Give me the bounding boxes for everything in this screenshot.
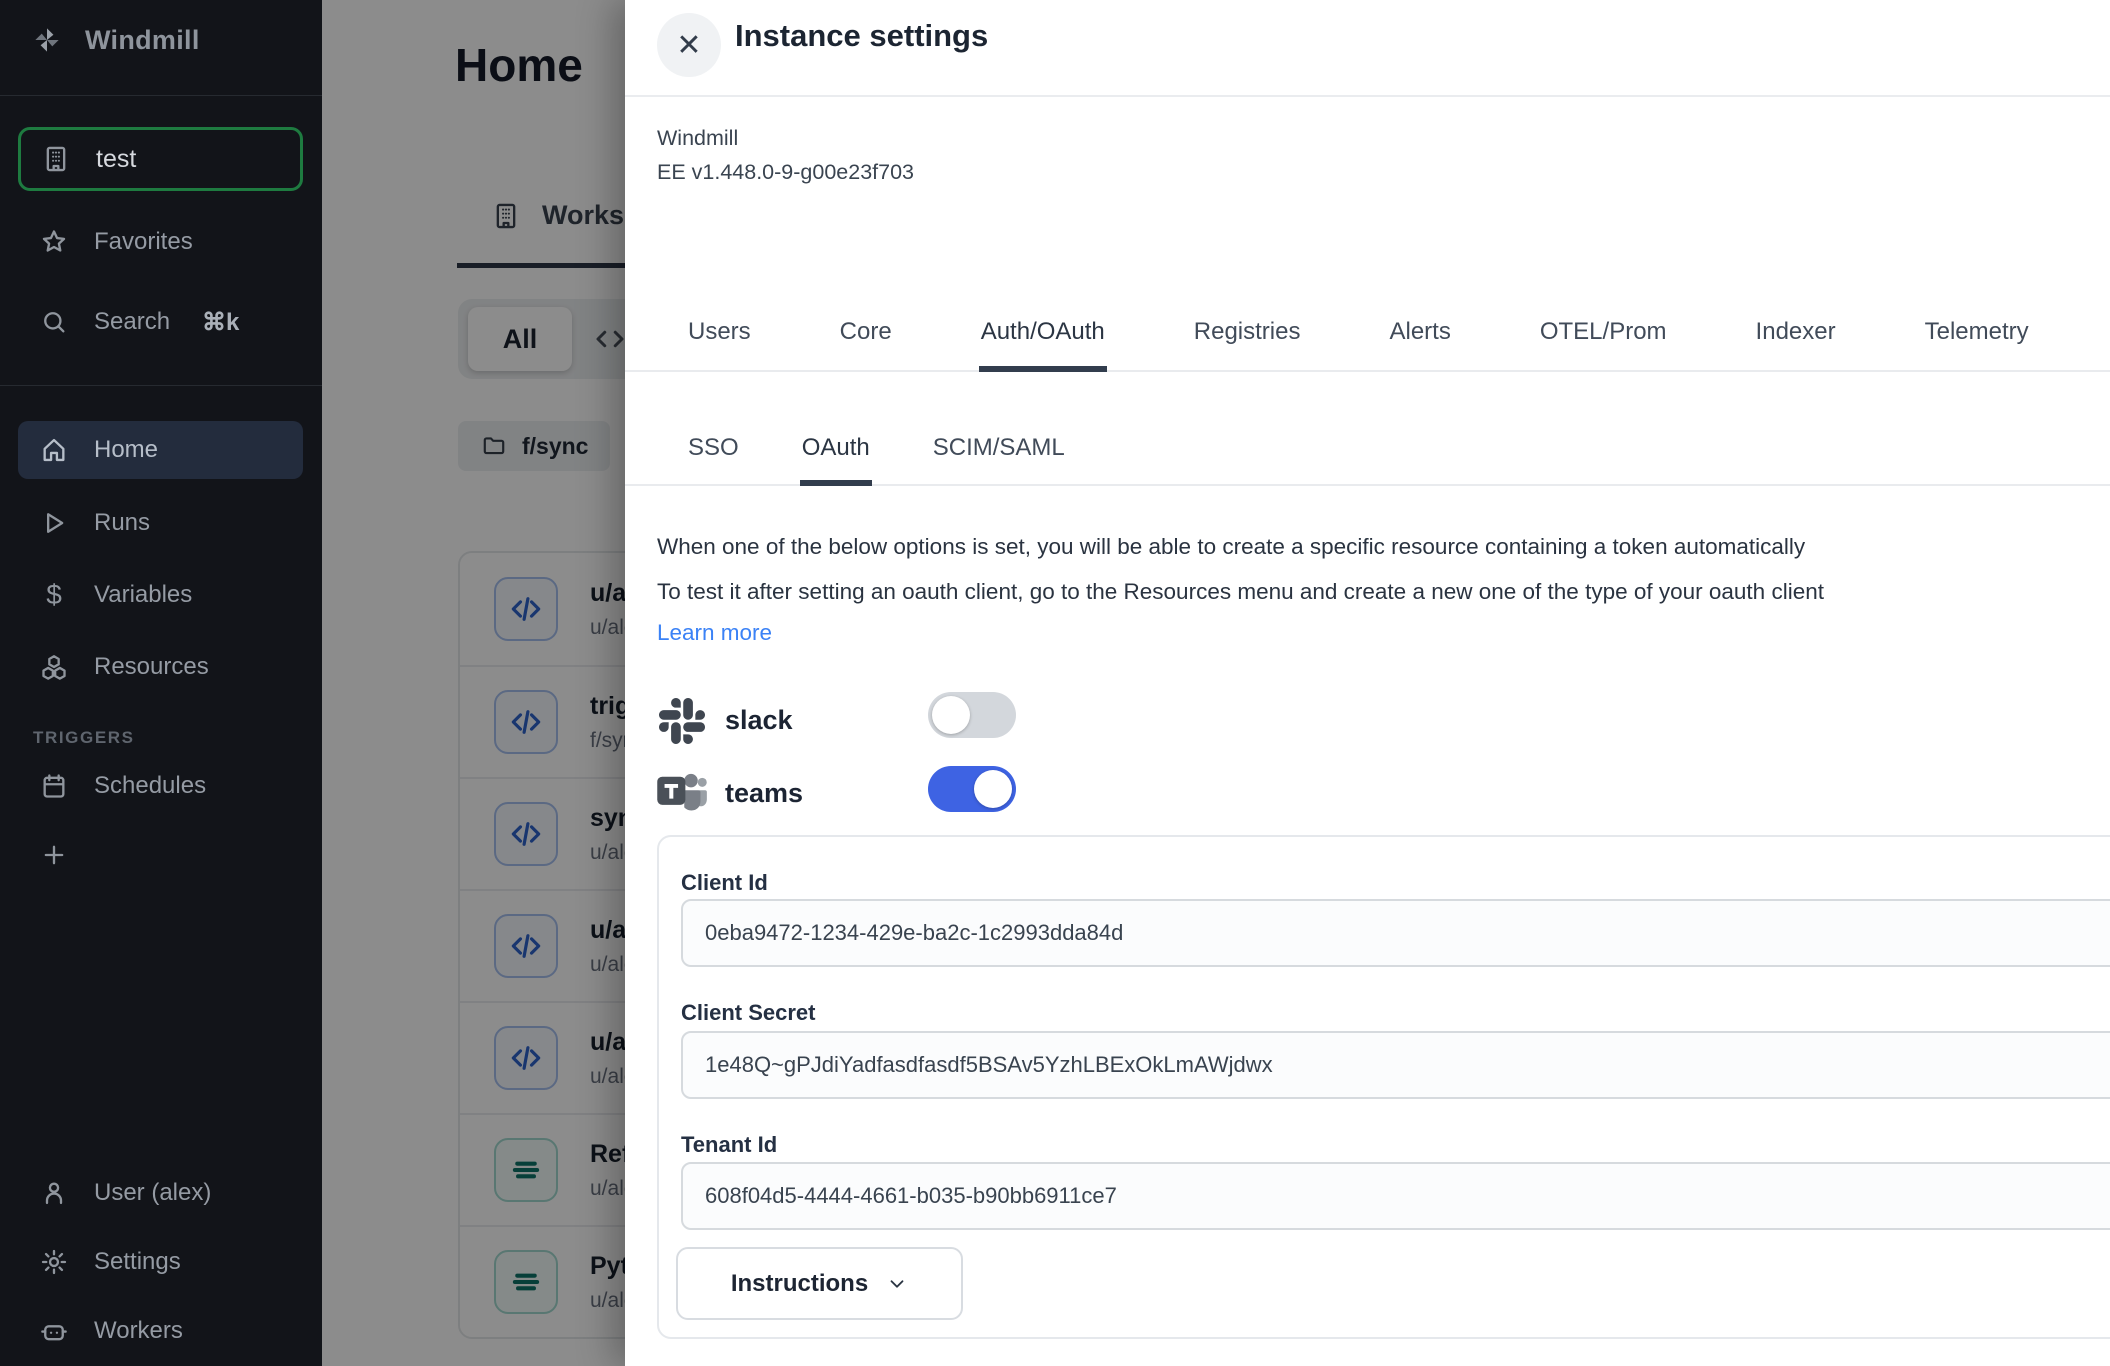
robot-icon: [40, 1317, 68, 1345]
calendar-icon: [40, 772, 68, 800]
sidebar-item-runs[interactable]: Runs: [18, 494, 303, 552]
tab-alerts[interactable]: Alerts: [1387, 300, 1452, 372]
version-label: EE v1.448.0-9-g00e23f703: [657, 160, 914, 185]
instructions-button[interactable]: Instructions: [676, 1247, 963, 1320]
tab-users[interactable]: Users: [686, 300, 753, 372]
sidebar-item-variables[interactable]: $ Variables: [18, 566, 303, 624]
tab-registries[interactable]: Registries: [1192, 300, 1303, 372]
subtab-sso[interactable]: SSO: [686, 420, 741, 486]
sidebar: Windmill test Favorites Sear: [0, 0, 322, 1366]
sidebar-item-schedules[interactable]: Schedules: [18, 757, 303, 815]
settings-tabbar: Users Core Auth/OAuth Registries Alerts …: [625, 300, 2110, 372]
play-icon: [40, 509, 68, 537]
sidebar-item-label: Home: [94, 436, 158, 464]
tenant-id-input[interactable]: [681, 1162, 2110, 1230]
sidebar-item-label: Variables: [94, 581, 192, 609]
tab-core[interactable]: Core: [838, 300, 894, 372]
drawer-title: Instance settings: [735, 18, 988, 54]
sidebar-item-label: User (alex): [94, 1179, 211, 1207]
tab-auth-oauth[interactable]: Auth/OAuth: [979, 300, 1107, 372]
search-icon: [40, 308, 68, 336]
dollar-icon: $: [40, 581, 68, 609]
drawer-header-divider: [625, 95, 2110, 97]
description-line-1: When one of the below options is set, yo…: [657, 524, 1824, 569]
toggle-knob: [932, 696, 970, 734]
search-shortcut: ⌘k: [202, 308, 239, 337]
client-secret-input[interactable]: [681, 1031, 2110, 1099]
teams-icon: [655, 766, 709, 820]
sidebar-item-label: Favorites: [94, 228, 193, 256]
slack-icon: [659, 698, 705, 744]
slack-toggle[interactable]: [928, 692, 1016, 738]
sidebar-divider: [0, 95, 322, 96]
oauth-description: When one of the below options is set, yo…: [657, 524, 1824, 614]
add-trigger-button[interactable]: [18, 826, 98, 884]
app-name: Windmill: [657, 126, 738, 151]
sidebar-item-favorites[interactable]: Favorites: [18, 213, 303, 271]
gear-icon: [40, 1248, 68, 1276]
sidebar-divider: [0, 385, 322, 386]
description-line-2: To test it after setting an oauth client…: [657, 569, 1824, 614]
teams-label: teams: [725, 778, 803, 809]
chevron-down-icon: [886, 1273, 908, 1295]
sidebar-item-user[interactable]: User (alex): [18, 1164, 303, 1222]
sidebar-item-search[interactable]: Search ⌘k: [18, 293, 303, 351]
tab-otel-prom[interactable]: OTEL/Prom: [1538, 300, 1669, 372]
star-icon: [40, 228, 68, 256]
sidebar-item-label: Runs: [94, 509, 150, 537]
boxes-icon: [40, 653, 68, 681]
tab-indexer[interactable]: Indexer: [1754, 300, 1838, 372]
sidebar-item-label: Resources: [94, 653, 209, 681]
sidebar-item-workers[interactable]: Workers: [18, 1302, 303, 1360]
subtab-oauth[interactable]: OAuth: [800, 420, 872, 486]
auth-subtabbar: SSO OAuth SCIM/SAML: [625, 420, 2110, 486]
windmill-logo-icon: [33, 22, 61, 58]
sidebar-item-label: Schedules: [94, 772, 206, 800]
learn-more-link[interactable]: Learn more: [657, 620, 772, 646]
sidebar-item-resources[interactable]: Resources: [18, 638, 303, 696]
home-icon: [40, 436, 68, 464]
sidebar-item-label: Workers: [94, 1317, 183, 1345]
teams-toggle[interactable]: [928, 766, 1016, 812]
sidebar-item-settings[interactable]: Settings: [18, 1233, 303, 1291]
app-window: Windmill test Favorites Sear: [0, 0, 2110, 1366]
instructions-label: Instructions: [731, 1270, 868, 1298]
brand-name: Windmill: [85, 25, 200, 56]
sidebar-item-label: Search: [94, 308, 170, 336]
close-icon: ✕: [676, 28, 701, 63]
tab-telemetry[interactable]: Telemetry: [1923, 300, 2031, 372]
workspace-selector[interactable]: test: [18, 127, 303, 191]
client-id-input[interactable]: [681, 899, 2110, 967]
brand: Windmill: [33, 22, 200, 58]
subtab-scim-saml[interactable]: SCIM/SAML: [931, 420, 1067, 486]
teams-oauth-card: Client Id Client Secret Tenant Id Instru…: [657, 835, 2110, 1339]
client-secret-label: Client Secret: [681, 1000, 816, 1026]
toggle-knob: [974, 770, 1012, 808]
user-icon: [40, 1179, 68, 1207]
tenant-id-label: Tenant Id: [681, 1132, 777, 1158]
triggers-section-heading: TRIGGERS: [33, 728, 135, 748]
slack-label: slack: [725, 705, 793, 736]
client-id-label: Client Id: [681, 870, 768, 896]
sidebar-item-home[interactable]: Home: [18, 421, 303, 479]
close-button[interactable]: ✕: [657, 13, 721, 77]
instance-settings-drawer: ✕ Instance settings Windmill EE v1.448.0…: [625, 0, 2110, 1366]
workspace-name: test: [96, 145, 136, 174]
sidebar-item-label: Settings: [94, 1248, 181, 1276]
plus-icon: [40, 841, 68, 869]
building-icon: [42, 145, 70, 173]
